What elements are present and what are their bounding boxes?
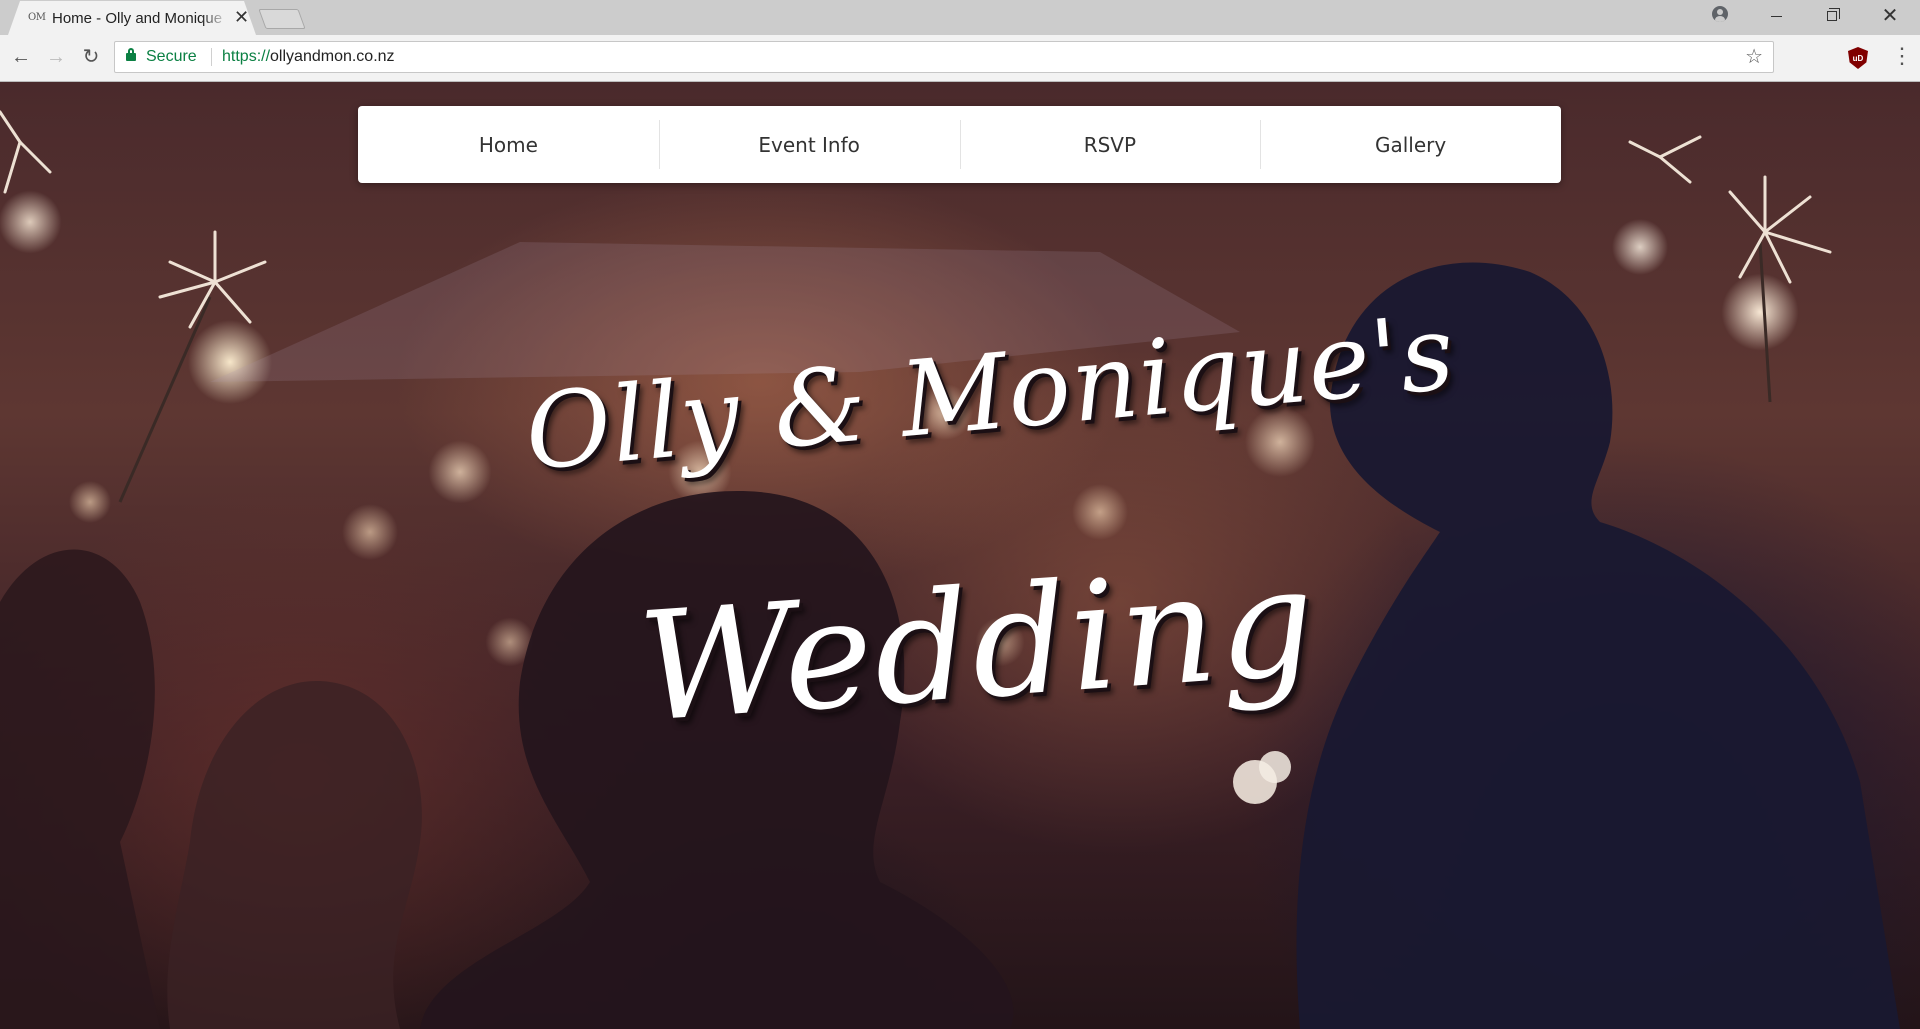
url-text[interactable]: https://ollyandmon.co.nz: [222, 48, 395, 66]
address-divider: [211, 48, 212, 66]
browser-toolbar: ← → ↻ Secure https://ollyandmon.co.nz ☆ …: [0, 35, 1920, 82]
lock-icon: [126, 48, 136, 61]
browser-menu-icon[interactable]: ⋮: [1890, 45, 1914, 69]
hero-background-photo: [0, 110, 1900, 1029]
close-icon: ✕: [1881, 5, 1899, 27]
address-bar[interactable]: Secure https://ollyandmon.co.nz ☆: [114, 41, 1774, 73]
url-scheme: https://: [222, 48, 271, 65]
page-viewport: Home Event Info RSVP Gallery Olly & Moni…: [0, 82, 1920, 1029]
tab-favicon-icon: OM: [28, 12, 46, 23]
window-restore-button[interactable]: [1804, 0, 1860, 32]
nav-item-gallery[interactable]: Gallery: [1260, 106, 1561, 183]
browser-tab-active[interactable]: OM Home - Olly and Monique ✕: [8, 1, 256, 35]
browser-titlebar: OM Home - Olly and Monique ✕ ✕: [0, 0, 1920, 35]
minimize-icon: [1770, 15, 1782, 17]
nav-item-home[interactable]: Home: [358, 106, 659, 183]
restore-icon: [1827, 8, 1840, 21]
url-host: ollyandmon.co.nz: [270, 48, 395, 65]
profile-icon[interactable]: [1712, 6, 1728, 22]
tab-close-icon[interactable]: ✕: [234, 8, 249, 26]
ublock-extension-icon[interactable]: uD: [1848, 47, 1868, 69]
site-navigation: Home Event Info RSVP Gallery: [358, 106, 1561, 183]
bookmark-star-icon[interactable]: ☆: [1745, 46, 1763, 68]
new-tab-button[interactable]: [258, 9, 306, 29]
window-close-button[interactable]: ✕: [1862, 0, 1918, 32]
tab-title: Home - Olly and Monique: [52, 10, 223, 27]
nav-item-rsvp[interactable]: RSVP: [959, 106, 1261, 183]
back-arrow-icon[interactable]: ←: [9, 45, 33, 69]
nav-item-event-info[interactable]: Event Info: [658, 106, 960, 183]
secure-label[interactable]: Secure: [146, 48, 197, 66]
reload-icon[interactable]: ↻: [79, 45, 103, 69]
window-minimize-button[interactable]: [1748, 0, 1804, 32]
forward-arrow-icon[interactable]: →: [44, 45, 68, 69]
